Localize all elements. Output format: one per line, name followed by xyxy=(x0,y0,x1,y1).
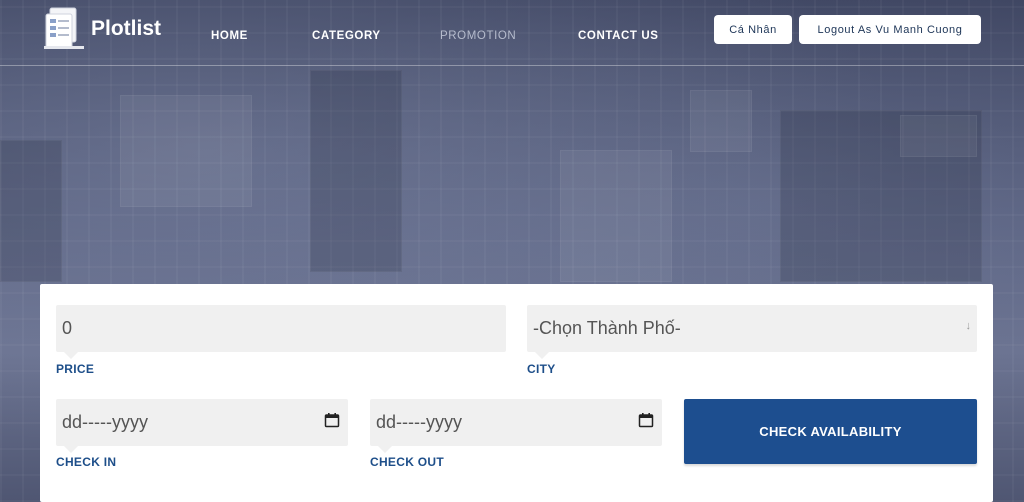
price-input[interactable]: 0 xyxy=(56,305,506,359)
check-availability-button[interactable]: CHECK AVAILABILITY xyxy=(684,399,977,464)
chevron-down-icon: ↓ xyxy=(965,320,972,332)
nav-promotion[interactable]: PROMOTION xyxy=(440,30,516,42)
price-label: PRICE xyxy=(56,362,95,376)
search-form-panel: 0 PRICE -Chọn Thành Phố- ↓ CITY dd-----y… xyxy=(40,284,993,502)
field-pointer xyxy=(535,352,549,359)
logo-icon xyxy=(44,7,84,49)
building-shape xyxy=(120,95,252,207)
checkin-label: CHECK IN xyxy=(56,455,117,469)
logout-button[interactable]: Logout As Vu Manh Cuong xyxy=(799,15,981,44)
checkin-date-input[interactable]: dd-----yyyy xyxy=(56,399,348,453)
building-shape xyxy=(560,150,672,282)
nav-contact-us[interactable]: CONTACT US xyxy=(578,30,659,42)
building-shape xyxy=(900,115,977,157)
site-header: Plotlist HOME CATEGORY PROMOTION CONTACT… xyxy=(0,0,1024,66)
city-select-value: -Chọn Thành Phố- xyxy=(533,318,681,338)
building-shape xyxy=(690,90,752,152)
field-pointer xyxy=(378,446,392,453)
field-pointer xyxy=(64,352,78,359)
calendar-icon[interactable] xyxy=(324,412,340,428)
checkin-date-value: dd-----yyyy xyxy=(62,412,148,432)
city-select[interactable]: -Chọn Thành Phố- ↓ xyxy=(527,305,977,359)
nav-home[interactable]: HOME xyxy=(211,30,248,42)
building-shape xyxy=(310,70,402,272)
price-input-value: 0 xyxy=(62,318,73,338)
building-shape xyxy=(0,140,62,282)
nav-category[interactable]: CATEGORY xyxy=(312,30,381,42)
brand-name[interactable]: Plotlist xyxy=(91,17,161,41)
city-label: CITY xyxy=(527,362,556,376)
checkout-date-input[interactable]: dd-----yyyy xyxy=(370,399,662,453)
field-pointer xyxy=(64,446,78,453)
calendar-icon[interactable] xyxy=(638,412,654,428)
checkout-date-value: dd-----yyyy xyxy=(376,412,462,432)
checkout-label: CHECK OUT xyxy=(370,455,445,469)
profile-button[interactable]: Cá Nhân xyxy=(714,15,792,44)
